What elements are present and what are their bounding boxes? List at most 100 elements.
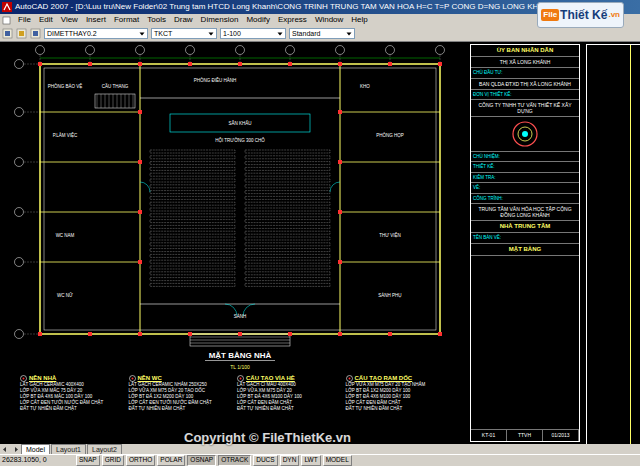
- room-label: SẢNH: [234, 313, 247, 319]
- title-block-heading: ỦY BAN NHÂN DÂN: [471, 45, 579, 57]
- room-label: SẢNH PHỤ: [378, 292, 401, 298]
- note-line: LỚP CÁT ĐEN TƯỚI NƯỚC ĐẦM CHẶT: [129, 400, 232, 406]
- menu-item[interactable]: Express: [274, 16, 311, 24]
- menu-item[interactable]: Insert: [82, 16, 110, 24]
- status-toggle[interactable]: DUCS: [253, 455, 277, 466]
- floor-plan[interactable]: CẦU THANGPHÒNG BẢO VỆP.LÀM VIỆCPHÒNG ĐIỀ…: [0, 42, 468, 372]
- autocad-app-icon: [2, 2, 12, 12]
- title-block-label: KIỂM TRA:: [471, 173, 579, 183]
- menu-item[interactable]: Edit: [35, 16, 57, 24]
- window-title: AutoCAD 2007 - [D:\Luu tru\New Folder\02…: [15, 1, 574, 13]
- note-line: LỚP VỮA XM M75 DÀY 20 TẠO DỐC: [129, 388, 232, 394]
- sheet-info-cell: KT-01: [471, 430, 507, 442]
- toolbar-dropdown[interactable]: DIMETTHAY0.2: [44, 28, 148, 39]
- toolbar-tool-icon[interactable]: [2, 28, 13, 39]
- note-marker-icon: [237, 375, 244, 382]
- note-title: NỀN WC: [138, 374, 162, 382]
- toolbar-dropdown[interactable]: 1-100: [220, 28, 286, 39]
- note-line: LỚP BT ĐÁ 4X6 M100 DÀY 100: [346, 394, 449, 400]
- sheet-info: KT-01TTVH01/2013: [471, 429, 579, 442]
- status-toggle[interactable]: MODEL: [323, 455, 352, 466]
- dropdown-arrow-icon: [277, 31, 283, 37]
- room-label: PHÒNG HỌP: [376, 132, 404, 138]
- status-toggle[interactable]: LWT: [301, 455, 320, 466]
- dropdown-arrow-icon: [208, 31, 214, 37]
- title-block-label: VẼ:: [471, 183, 579, 193]
- sheet-info-cell: TTVH: [507, 430, 543, 442]
- note-block: CẤU TẠO RAM DỐCLỚP VỮA XM M75 DÀY 20 TẠO…: [346, 374, 449, 412]
- status-toggle[interactable]: OTRACK: [218, 455, 251, 466]
- note-line: LỚP VỮA XM M75 DÀY 20: [237, 388, 340, 394]
- site-logo: FileThiết Kế.vn: [537, 2, 624, 28]
- title-block-label: CÔNG TRÌNH:: [471, 194, 579, 204]
- note-title: NỀN NHÀ: [29, 374, 56, 382]
- layout-tab[interactable]: Layout2: [87, 444, 122, 455]
- plan-sheet: CẦU THANGPHÒNG BẢO VỆP.LÀM VIỆCPHÒNG ĐIỀ…: [0, 42, 468, 444]
- construction-notes: NỀN NHÀLÁT GẠCH CERAMIC 400X400LỚP VỮA X…: [0, 372, 468, 412]
- company-logo: [471, 117, 579, 152]
- note-line: LỚP BT ĐÁ 4X6 MÁC 100 DÀY 100: [20, 394, 123, 400]
- room-label: SÂN KHẤU: [228, 120, 251, 126]
- tab-navigation-icon[interactable]: [2, 446, 20, 453]
- title-block-label: ĐƠN VỊ THIẾT KẾ:: [471, 90, 579, 100]
- plan-title: MẶT BẰNG NHÀ: [209, 351, 272, 360]
- toolbar-tool-icon[interactable]: [30, 28, 41, 39]
- menu-item[interactable]: Dimension: [197, 16, 243, 24]
- room-label: WC NỮ: [57, 292, 73, 298]
- room-label: KHO: [360, 84, 370, 89]
- company-seal-icon: [511, 120, 539, 148]
- title-block: ỦY BAN NHÂN DÂNTHỊ XÃ LONG KHÁNHCHỦ ĐẦU …: [470, 44, 580, 442]
- room-label: HỘI TRƯỜNG 300 CHỖ: [215, 137, 265, 143]
- coordinates: 26283.1050, 0: [2, 455, 74, 466]
- note-line: ĐẤT TỰ NHIÊN ĐẦM CHẶT: [237, 406, 340, 412]
- menu-item[interactable]: Modify: [242, 16, 274, 24]
- menu-item[interactable]: Tools: [143, 16, 170, 24]
- toolbar-dropdown[interactable]: TKCT: [151, 28, 217, 39]
- room-label: PHÒNG ĐIỀU HÀNH: [194, 77, 237, 83]
- menu-item[interactable]: Help: [347, 16, 371, 24]
- note-line: LÁT GẠCH CÍ MÀU 400X400: [237, 382, 340, 388]
- toolbar: DIMETTHAY0.2TKCT1-100Standard: [0, 26, 640, 42]
- status-toggle[interactable]: ORTHO: [126, 455, 155, 466]
- document-icon: [2, 16, 11, 25]
- note-line: LÁT GẠCH CERAMIC NHÁM 250X250: [129, 382, 232, 388]
- menu-item[interactable]: File: [14, 16, 35, 24]
- title-block-value: TRUNG TÂM VĂN HÓA HỌC TẬP CỘNG ĐỒNG LONG…: [471, 204, 579, 221]
- drawing-canvas[interactable]: CẦU THANGPHÒNG BẢO VỆP.LÀM VIỆCPHÒNG ĐIỀ…: [0, 42, 640, 444]
- dropdown-arrow-icon: [139, 31, 145, 37]
- toolbar-dropdown[interactable]: Standard: [289, 28, 355, 39]
- status-toggle[interactable]: OSNAP: [187, 455, 216, 466]
- status-toggle[interactable]: DYN: [280, 455, 300, 466]
- plan-scale: TL 1/100: [230, 364, 250, 370]
- menu-item[interactable]: Window: [311, 16, 347, 24]
- note-line: ĐẤT TỰ NHIÊN ĐẦM CHẶT: [346, 406, 449, 412]
- note-line: LỚP BT ĐÁ 4X6 M100 DÀY 100: [237, 394, 340, 400]
- status-toggle[interactable]: SNAP: [76, 455, 100, 466]
- title-block-value: BAN QLDA ĐTXD THỊ XÃ LONG KHÁNH: [471, 79, 579, 90]
- note-line: LỚP CÁT ĐEN ĐẦM CHẶT: [237, 400, 340, 406]
- note-line: LỚP CÁT ĐEN TƯỚI NƯỚC ĐẦM CHẶT: [20, 400, 123, 406]
- autocad-window: AutoCAD 2007 - [D:\Luu tru\New Folder\02…: [0, 0, 640, 466]
- layout-tab[interactable]: Model: [21, 444, 50, 455]
- room-label: CẦU THANG: [102, 83, 129, 89]
- menu-item[interactable]: Draw: [170, 16, 197, 24]
- note-line: LỚP VỮA XM MÁC 75 DÀY 20: [20, 388, 123, 394]
- status-toggle[interactable]: POLAR: [157, 455, 185, 466]
- note-marker-icon: [129, 375, 136, 382]
- note-marker-icon: [20, 375, 27, 382]
- title-block-label: CHỦ NHIỆM:: [471, 152, 579, 162]
- layout-tab[interactable]: Layout1: [51, 444, 86, 455]
- note-title: CẤU TẠO RAM DỐC: [355, 374, 413, 382]
- room-label: WC NAM: [56, 233, 75, 238]
- status-toggle[interactable]: GRID: [102, 455, 124, 466]
- toolbar-tool-icon[interactable]: [16, 28, 27, 39]
- note-line: LỚP BT ĐÁ 1X2 M200 DÀY 100: [129, 394, 232, 400]
- title-block-label: THIẾT KẾ:: [471, 162, 579, 172]
- menu-item[interactable]: Format: [110, 16, 143, 24]
- title-block-value: CÔNG TY TNHH TƯ VẤN THIẾT KẾ XÂY DỰNG: [471, 100, 579, 117]
- note-title: CẤU TẠO VỈA HÈ: [246, 374, 295, 382]
- menu-item[interactable]: View: [57, 16, 82, 24]
- sheet-info-cell: 01/2013: [543, 430, 579, 442]
- next-sheet-border: [586, 44, 640, 444]
- dropdown-arrow-icon: [346, 31, 352, 37]
